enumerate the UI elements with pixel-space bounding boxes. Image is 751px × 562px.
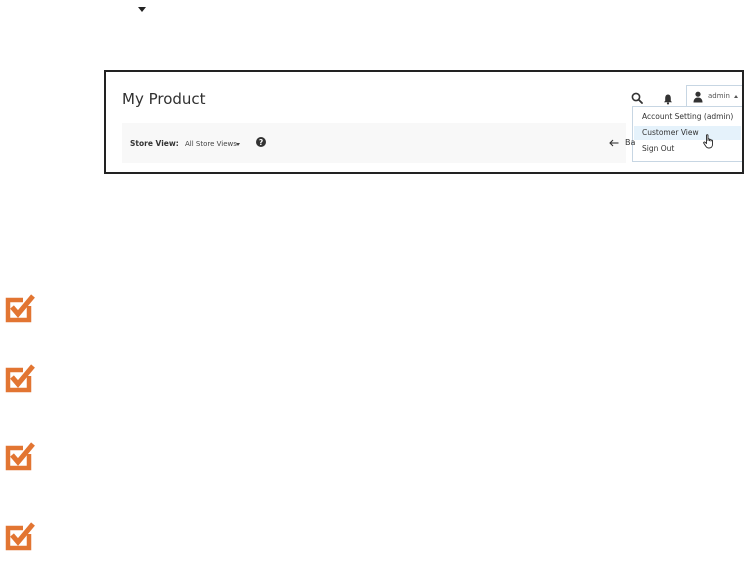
hand-cursor-icon (703, 134, 713, 149)
caret-down-icon[interactable] (236, 143, 240, 146)
user-icon (693, 91, 703, 103)
menu-item-sign-out[interactable]: Sign Out (634, 142, 741, 156)
store-view-bar: Store View: All Store Views ? Ba (122, 123, 635, 163)
account-menu-button[interactable]: admin (686, 85, 742, 107)
checkbox-checked-icon (5, 294, 35, 323)
svg-text:?: ? (259, 138, 263, 147)
checkbox-checked-icon (5, 442, 35, 471)
caret-up-icon (734, 95, 738, 98)
caret-down-icon (138, 7, 146, 12)
account-username: admin (708, 92, 730, 100)
store-view-label: Store View: (130, 139, 179, 148)
store-view-select[interactable]: All Store Views (185, 140, 237, 148)
back-arrow-icon[interactable] (609, 139, 619, 147)
checkbox-checked-icon (5, 364, 35, 393)
admin-screenshot: My Product admin Account Setting (admin)… (104, 70, 744, 174)
menu-item-customer-view[interactable]: Customer View (634, 126, 741, 140)
account-dropdown: Account Setting (admin) Customer View Si… (632, 106, 742, 162)
menu-item-account-setting[interactable]: Account Setting (admin) (634, 110, 741, 124)
checkbox-checked-icon (5, 522, 35, 551)
help-icon[interactable]: ? (256, 137, 266, 147)
page-title: My Product (122, 90, 206, 108)
bell-icon[interactable] (662, 93, 674, 105)
search-icon[interactable] (631, 92, 643, 104)
back-button-label[interactable]: Ba (625, 138, 635, 147)
